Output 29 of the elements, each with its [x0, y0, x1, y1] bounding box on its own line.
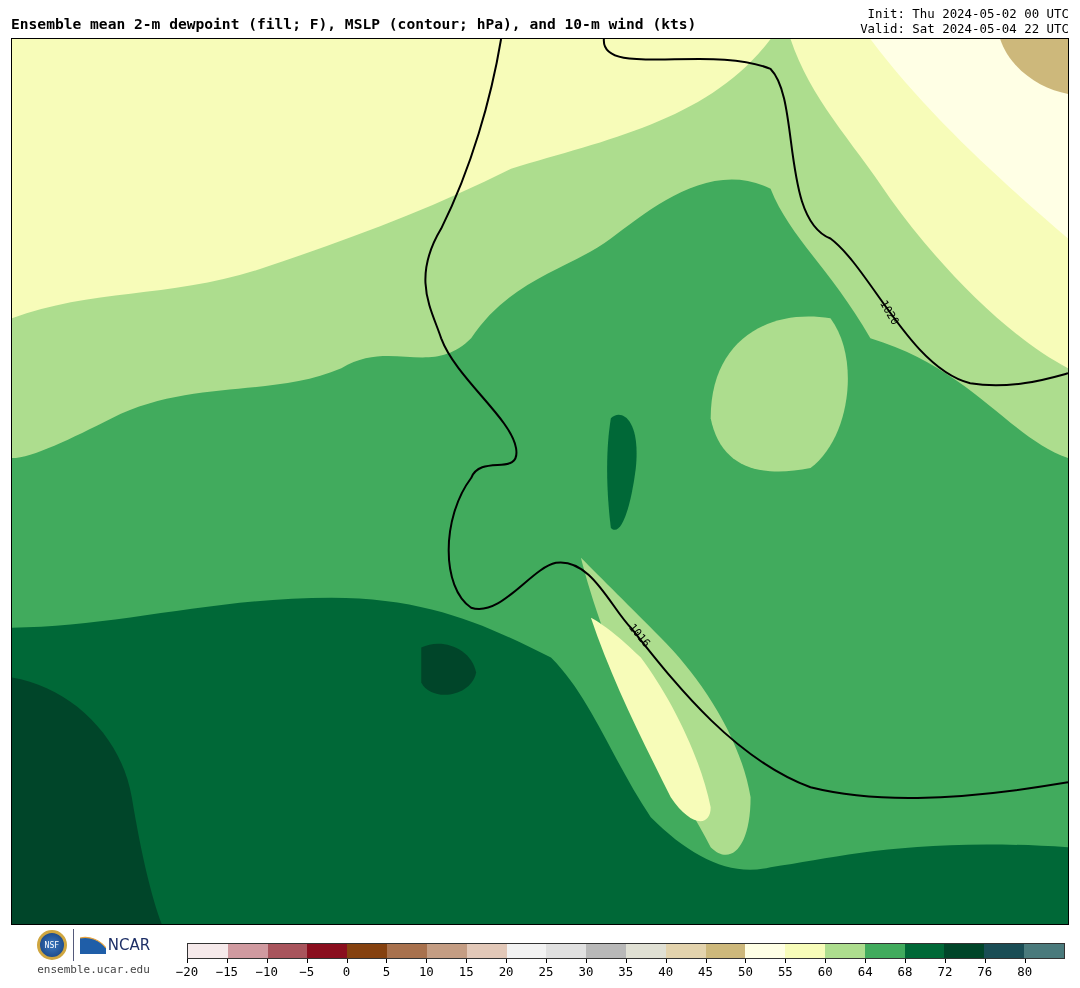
nsf-logo: NSF [36, 930, 67, 960]
tick-label: 80 [1017, 964, 1033, 979]
ncar-logo-text: NCAR [107, 936, 151, 954]
tick-label: 25 [538, 964, 554, 979]
tick-label: 72 [937, 964, 953, 979]
swoosh-icon [79, 936, 106, 954]
tick-label: 35 [618, 964, 634, 979]
tick-label: −5 [299, 964, 315, 979]
tick-label: 55 [777, 964, 793, 979]
tick-label: 15 [458, 964, 474, 979]
tick-label: −15 [215, 964, 239, 979]
site-url: ensemble.ucar.edu [37, 963, 150, 976]
tick-label: 45 [698, 964, 714, 979]
tick-label: 60 [817, 964, 833, 979]
tick-label: −20 [175, 964, 199, 979]
tick-label: 0 [342, 964, 351, 979]
valid-time: Valid: Sat 2024-05-04 22 UTC [860, 21, 1069, 36]
tick-label: 20 [498, 964, 514, 979]
tick-label: −10 [255, 964, 278, 979]
tick-label: 76 [977, 964, 993, 979]
tick-label: 5 [382, 964, 391, 979]
tick-label: 64 [857, 964, 873, 979]
tick-label: 30 [578, 964, 594, 979]
tick-label: 10 [418, 964, 434, 979]
tick-label: 50 [738, 964, 753, 979]
tick-label: 68 [897, 964, 913, 979]
init-time: Init: Thu 2024-05-02 00 UTC [866, 6, 1069, 21]
tick-label: 40 [658, 964, 674, 979]
chart-title: Ensemble mean 2-m dewpoint (fill; F), MSLP (contour; hPa), and 10-m wind (kts) [11, 15, 697, 34]
